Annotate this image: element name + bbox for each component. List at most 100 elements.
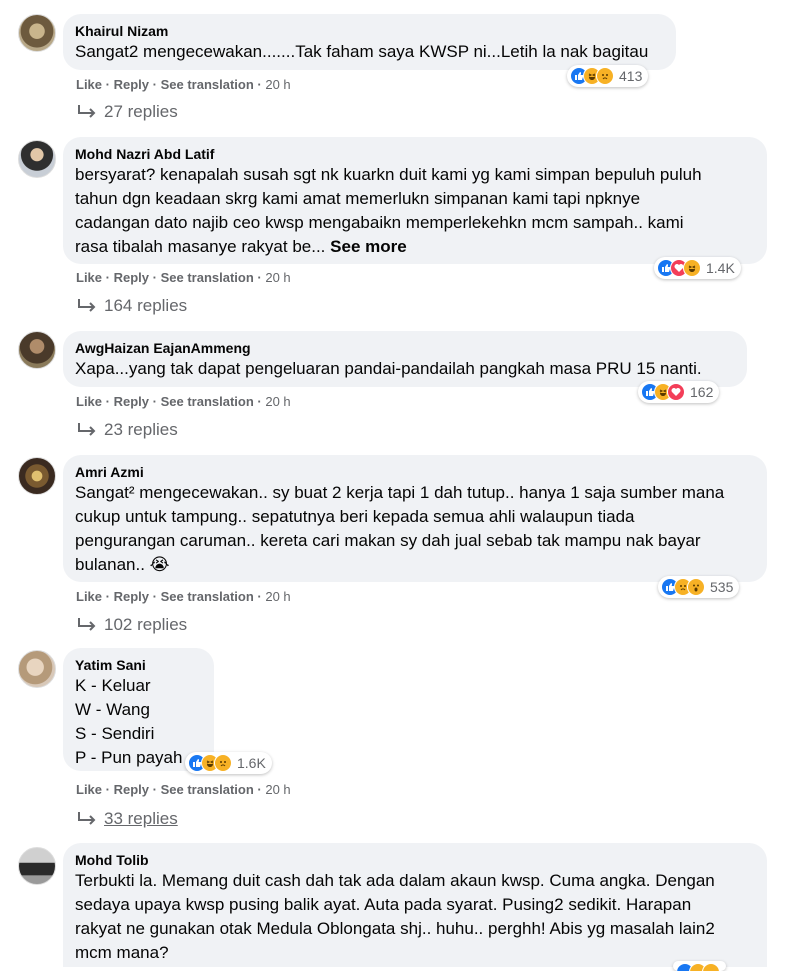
reaction-count: 413 bbox=[619, 68, 643, 84]
separator: · bbox=[152, 589, 161, 604]
separator: · bbox=[105, 589, 114, 604]
comment-actions: Like · Reply · See translation · 20 h bbox=[76, 782, 291, 798]
like-button[interactable]: Like bbox=[76, 77, 102, 92]
comment-line: Sangat2 mengecewakan.......Tak faham say… bbox=[75, 42, 649, 61]
comment-bubble: AwgHaizan EajanAmmeng Xapa...yang tak da… bbox=[63, 331, 747, 387]
sad-reaction-icon bbox=[214, 754, 232, 772]
comment-line: sedaya upaya kwsp pusing balik ayat. Aut… bbox=[75, 895, 692, 914]
comment-actions: Like · Reply · See translation · 20 h bbox=[76, 589, 291, 605]
see-translation-button[interactable]: See translation bbox=[161, 77, 254, 92]
replies-label: 33 replies bbox=[104, 809, 178, 828]
avatar[interactable] bbox=[18, 140, 56, 178]
comment-line: rakyat ne gunakan otak Medula Oblongata … bbox=[75, 919, 715, 938]
comment-line: Xapa...yang tak dapat pengeluaran pandai… bbox=[75, 359, 702, 378]
timestamp[interactable]: 20 h bbox=[265, 394, 290, 409]
comment-line-text: rasa tibalah masanye rakyat be... bbox=[75, 237, 326, 256]
reaction-summary[interactable]: 1.4K bbox=[654, 257, 741, 279]
view-replies-button[interactable]: 23 replies bbox=[76, 420, 178, 440]
wow-reaction-icon bbox=[687, 578, 705, 596]
separator: · bbox=[152, 394, 161, 409]
replies-label: 164 replies bbox=[104, 296, 188, 315]
see-translation-button[interactable]: See translation bbox=[161, 589, 254, 604]
avatar[interactable] bbox=[18, 457, 56, 495]
reaction-count: 162 bbox=[690, 384, 714, 400]
view-replies-button[interactable]: 33 replies bbox=[76, 809, 178, 829]
view-replies-button[interactable]: 164 replies bbox=[76, 296, 187, 316]
separator: · bbox=[105, 782, 114, 797]
comment-line: Sangat² mengecewakan.. sy buat 2 kerja t… bbox=[75, 483, 725, 502]
comment-author[interactable]: Mohd Nazri Abd Latif bbox=[75, 145, 755, 163]
comment-line: cadangan dato najib ceo kwsp mengabaikn … bbox=[75, 213, 684, 232]
comment-line: cukup untuk tampung.. sepatutnya beri ke… bbox=[75, 507, 635, 526]
like-button[interactable]: Like bbox=[76, 782, 102, 797]
reply-button[interactable]: Reply bbox=[114, 394, 149, 409]
view-replies-button[interactable]: 102 replies bbox=[76, 615, 187, 635]
love-reaction-icon bbox=[667, 383, 685, 401]
comment-text: Xapa...yang tak dapat pengeluaran pandai… bbox=[75, 357, 735, 381]
comment-author[interactable]: Khairul Nizam bbox=[75, 22, 664, 40]
reply-button[interactable]: Reply bbox=[114, 589, 149, 604]
timestamp[interactable]: 20 h bbox=[265, 782, 290, 797]
comment-actions: Like · Reply · See translation · 20 h bbox=[76, 270, 291, 286]
reply-button[interactable]: Reply bbox=[114, 270, 149, 285]
separator: · bbox=[152, 782, 161, 797]
comment-line: tahun dgn keadaan skrg kami amat memerlu… bbox=[75, 189, 641, 208]
replies-label: 102 replies bbox=[104, 615, 188, 634]
timestamp[interactable]: 20 h bbox=[265, 270, 290, 285]
comment-author[interactable]: Yatim Sani bbox=[75, 656, 202, 674]
haha-reaction-icon bbox=[683, 259, 701, 277]
separator: · bbox=[152, 77, 161, 92]
see-translation-button[interactable]: See translation bbox=[161, 270, 254, 285]
reply-arrow-icon bbox=[78, 812, 96, 825]
reaction-summary[interactable] bbox=[673, 961, 726, 971]
comment-bubble: Mohd Tolib Terbukti la. Memang duit cash… bbox=[63, 843, 767, 967]
replies-label: 27 replies bbox=[104, 102, 178, 121]
reaction-summary[interactable]: 535 bbox=[658, 576, 740, 598]
comment-line: S - Sendiri bbox=[75, 724, 155, 743]
comment-text: K - Keluar W - Wang S - Sendiri P - Pun … bbox=[75, 674, 202, 770]
timestamp[interactable]: 20 h bbox=[265, 589, 290, 604]
comment-actions: Like · Reply · See translation · 20 h bbox=[76, 394, 291, 410]
comment-line: mcm mana? bbox=[75, 943, 169, 962]
comment-line: pengurangan caruman.. kereta cari makan … bbox=[75, 531, 701, 550]
comment-text: bersyarat? kenapalah susah sgt nk kuarkn… bbox=[75, 163, 755, 259]
see-translation-button[interactable]: See translation bbox=[161, 394, 254, 409]
like-button[interactable]: Like bbox=[76, 589, 102, 604]
comment-bubble: Khairul Nizam Sangat2 mengecewakan......… bbox=[63, 14, 676, 70]
see-translation-button[interactable]: See translation bbox=[161, 782, 254, 797]
comment-bubble: Mohd Nazri Abd Latif bersyarat? kenapala… bbox=[63, 137, 767, 264]
avatar[interactable] bbox=[18, 14, 56, 52]
comment-line: bulanan.. 😭 bbox=[75, 555, 170, 574]
reaction-summary[interactable]: 162 bbox=[638, 381, 720, 403]
comment-bubble: Amri Azmi Sangat² mengecewakan.. sy buat… bbox=[63, 455, 767, 582]
reply-button[interactable]: Reply bbox=[114, 77, 149, 92]
comment-author[interactable]: AwgHaizan EajanAmmeng bbox=[75, 339, 735, 357]
separator: · bbox=[105, 270, 114, 285]
avatar[interactable] bbox=[18, 847, 56, 885]
separator: · bbox=[105, 77, 114, 92]
comment-line: W - Wang bbox=[75, 700, 150, 719]
comment-line: P - Pun payah bbox=[75, 748, 183, 767]
like-button[interactable]: Like bbox=[76, 394, 102, 409]
reaction-summary[interactable]: 413 bbox=[567, 65, 649, 87]
reply-arrow-icon bbox=[78, 423, 96, 436]
avatar[interactable] bbox=[18, 331, 56, 369]
view-replies-button[interactable]: 27 replies bbox=[76, 102, 178, 122]
comment-author[interactable]: Amri Azmi bbox=[75, 463, 755, 481]
reaction-count: 535 bbox=[710, 579, 734, 595]
comment-text: Sangat² mengecewakan.. sy buat 2 kerja t… bbox=[75, 481, 755, 577]
reaction-summary[interactable]: 1.6K bbox=[185, 752, 272, 774]
reply-button[interactable]: Reply bbox=[114, 782, 149, 797]
like-button[interactable]: Like bbox=[76, 270, 102, 285]
avatar[interactable] bbox=[18, 650, 56, 688]
sad-reaction-icon bbox=[596, 67, 614, 85]
comment-line: Terbukti la. Memang duit cash dah tak ad… bbox=[75, 871, 715, 890]
replies-label: 23 replies bbox=[104, 420, 178, 439]
comment-line: bersyarat? kenapalah susah sgt nk kuarkn… bbox=[75, 165, 702, 184]
reply-arrow-icon bbox=[78, 618, 96, 631]
comment-line: K - Keluar bbox=[75, 676, 151, 695]
timestamp[interactable]: 20 h bbox=[265, 77, 290, 92]
comment-author[interactable]: Mohd Tolib bbox=[75, 851, 755, 869]
sad-reaction-icon bbox=[702, 963, 720, 971]
see-more-link[interactable]: See more bbox=[330, 237, 407, 256]
